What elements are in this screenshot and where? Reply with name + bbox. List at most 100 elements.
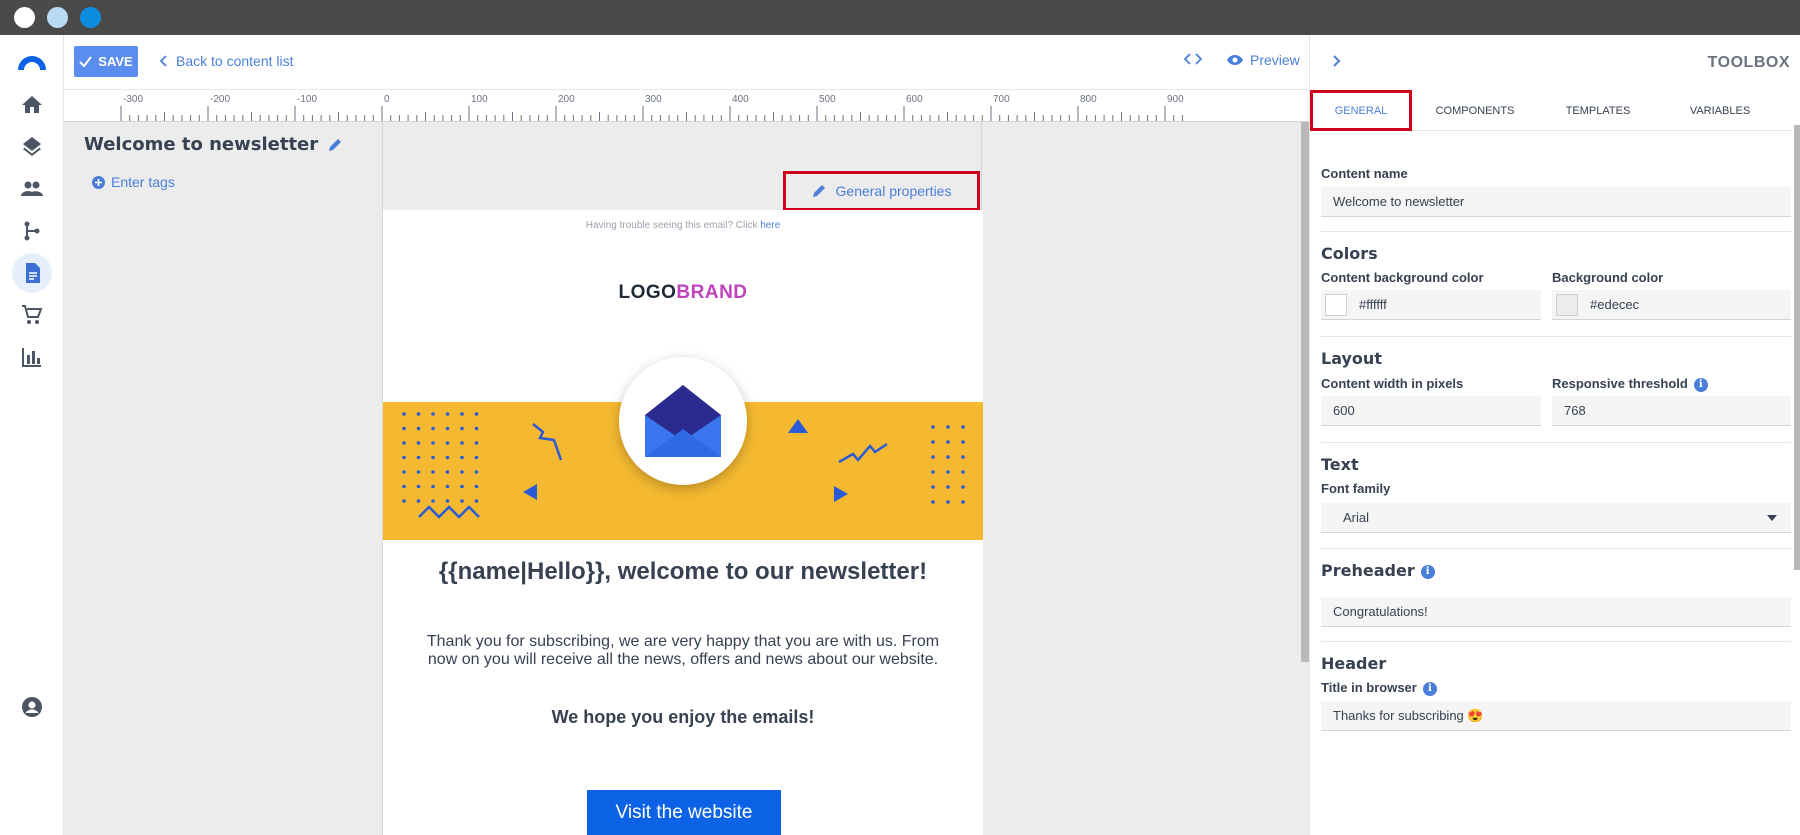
banner-dot <box>946 500 950 504</box>
banner-dot <box>416 412 421 416</box>
app-logo <box>18 56 46 70</box>
preview-button[interactable]: Preview <box>1226 52 1300 68</box>
nav-people[interactable] <box>12 169 52 209</box>
banner-dot <box>402 484 406 489</box>
toolbox-tabs: GENERAL COMPONENTS TEMPLATES VARIABLES <box>1310 90 1792 131</box>
ruler-label: 500 <box>819 94 836 105</box>
tab-templates[interactable]: TEMPLATES <box>1538 90 1658 131</box>
content-title: Welcome to newsletter <box>84 134 342 155</box>
banner-dot <box>946 470 950 474</box>
nav-reports[interactable] <box>12 337 52 377</box>
trouble-text: Having trouble seeing this email? Click <box>585 220 761 231</box>
nav-layers[interactable] <box>12 127 52 167</box>
people-icon <box>21 181 43 196</box>
tab-components[interactable]: COMPONENTS <box>1420 90 1530 131</box>
pencil-icon[interactable] <box>328 138 342 152</box>
view-in-browser-text: Having trouble seeing this email? Click … <box>383 220 983 231</box>
banner-dot <box>402 441 406 445</box>
preheader-input[interactable]: Congratulations! <box>1321 597 1791 627</box>
save-button[interactable]: SAVE <box>74 46 138 77</box>
banner-dot <box>445 426 450 431</box>
banner-dot <box>961 425 965 429</box>
eye-icon <box>1227 55 1243 65</box>
content-bg-swatch[interactable] <box>1325 293 1347 316</box>
header-section-title: Header <box>1321 654 1387 673</box>
banner-dot <box>416 426 421 431</box>
bg-color-input[interactable]: #edecec <box>1552 290 1791 320</box>
code-view-button[interactable] <box>1183 52 1203 71</box>
general-properties-button[interactable]: General properties <box>783 171 980 211</box>
info-icon[interactable]: i <box>1422 681 1437 696</box>
banner-dot <box>431 455 435 460</box>
content-width-label: Content width in pixels <box>1321 376 1464 391</box>
responsive-threshold-input[interactable]: 768 <box>1552 396 1791 426</box>
window-maximize-dot[interactable] <box>80 7 101 28</box>
ruler-label: 100 <box>471 94 488 105</box>
enter-tags-button[interactable]: Enter tags <box>92 174 175 190</box>
banner-dot <box>416 441 421 445</box>
canvas-scrollbar[interactable] <box>1301 122 1309 662</box>
nav-contents[interactable] <box>12 253 52 293</box>
content-bg-color-input[interactable]: #ffffff <box>1321 290 1541 320</box>
editor-canvas: Welcome to newsletter Enter tags General… <box>64 122 1309 835</box>
text-section-title: Text <box>1321 455 1359 474</box>
triangle-up <box>788 419 808 433</box>
visit-website-button[interactable]: Visit the website <box>587 790 781 835</box>
triangle-left <box>523 484 537 500</box>
chevron-left-icon <box>160 55 167 67</box>
layers-icon <box>23 137 41 156</box>
ruler-label: 300 <box>645 94 662 105</box>
toolbox-scrollbar[interactable] <box>1794 125 1800 570</box>
window-close-dot[interactable] <box>14 7 35 28</box>
banner-dot <box>460 499 464 503</box>
bg-color-label: Background color <box>1552 270 1664 285</box>
document-icon <box>26 263 40 283</box>
banner-dot <box>431 484 435 489</box>
tab-general[interactable]: GENERAL <box>1310 90 1412 131</box>
nav-shop[interactable] <box>12 295 52 335</box>
content-bg-color-label: Content background color <box>1321 270 1484 285</box>
back-to-content-link[interactable]: Back to content list <box>160 53 294 69</box>
content-width-input[interactable]: 600 <box>1321 396 1541 426</box>
nav-flows[interactable] <box>12 211 52 251</box>
banner-dot <box>402 499 406 503</box>
browser-title-input[interactable]: Thanks for subscribing 😍 <box>1321 701 1791 731</box>
ruler-scale: -300 -200 -100 0 100 200 300 400 500 600 700 800 900 <box>120 94 1184 121</box>
view-in-browser-link[interactable]: here <box>760 220 780 231</box>
left-nav <box>0 35 64 835</box>
triangle-right <box>834 486 848 502</box>
banner-dot <box>460 426 464 431</box>
banner-dot <box>431 412 435 416</box>
banner-dot <box>416 455 421 460</box>
ruler-label: 600 <box>906 94 923 105</box>
banner-dot <box>445 455 450 460</box>
tab-variables[interactable]: VARIABLES <box>1660 90 1780 131</box>
ruler-label: 400 <box>732 94 749 105</box>
nav-account[interactable] <box>12 687 52 727</box>
content-name-input[interactable]: Welcome to newsletter <box>1321 187 1791 217</box>
banner-dot <box>431 499 435 503</box>
font-family-select[interactable]: Arial <box>1321 503 1791 533</box>
check-icon <box>79 56 93 67</box>
banner-dot <box>445 412 450 416</box>
chevron-right-icon <box>1333 55 1341 67</box>
banner-dot <box>474 455 479 460</box>
general-properties-label: General properties <box>835 183 952 199</box>
section-divider <box>1321 548 1791 549</box>
toolbox-panel: TOOLBOX GENERAL COMPONENTS TEMPLATES VAR… <box>1309 35 1800 835</box>
info-icon[interactable]: i <box>1420 564 1435 579</box>
banner-dot <box>431 426 435 431</box>
responsive-threshold-text: Responsive threshold <box>1552 376 1688 391</box>
toolbox-title: TOOLBOX <box>1707 54 1790 71</box>
banner-dot <box>931 440 935 444</box>
dot-grid-right <box>931 425 965 504</box>
bg-swatch[interactable] <box>1556 293 1578 316</box>
collapse-toolbox-button[interactable] <box>1332 54 1341 73</box>
layout-section-title: Layout <box>1321 349 1382 368</box>
info-icon[interactable]: i <box>1693 377 1708 392</box>
banner-dot <box>402 426 406 431</box>
email-headline: {{name|Hello}}, welcome to our newslette… <box>438 558 928 585</box>
window-minimize-dot[interactable] <box>47 7 68 28</box>
nav-home[interactable] <box>12 85 52 125</box>
add-circle-icon <box>92 175 105 189</box>
